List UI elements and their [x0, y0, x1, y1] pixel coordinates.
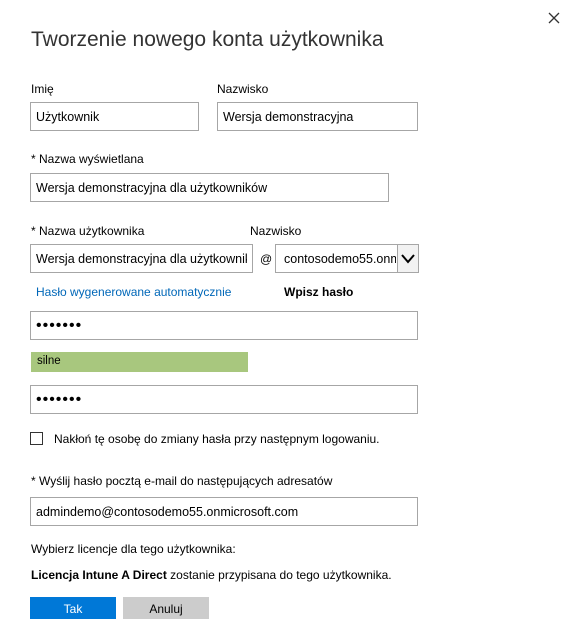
- ok-button[interactable]: Tak: [30, 597, 116, 619]
- force-change-label: Nakłoń tę osobę do zmiany hasła przy nas…: [54, 432, 380, 446]
- username-input[interactable]: [30, 244, 253, 273]
- chevron-down-icon[interactable]: [397, 245, 418, 272]
- confirm-password-input[interactable]: [30, 385, 418, 414]
- first-name-label: Imię: [31, 82, 54, 96]
- last-name-input[interactable]: [217, 102, 418, 131]
- display-name-input[interactable]: [30, 173, 389, 202]
- last-name-label: Nazwisko: [217, 82, 269, 96]
- password-strength-bar: silne: [31, 352, 248, 372]
- display-name-label: * Nazwa wyświetlana: [31, 152, 144, 166]
- force-change-checkbox[interactable]: [30, 432, 43, 445]
- close-icon[interactable]: [545, 9, 563, 27]
- license-heading: Wybierz licencje dla tego użytkownika:: [31, 542, 236, 556]
- first-name-input[interactable]: [30, 102, 199, 131]
- license-suffix: zostanie przypisana do tego użytkownika.: [166, 568, 392, 582]
- enter-password-tab[interactable]: Wpisz hasło: [284, 285, 353, 299]
- domain-label: Nazwisko: [250, 224, 302, 238]
- username-label: * Nazwa użytkownika: [31, 224, 145, 238]
- email-label: * Wyślij hasło pocztą e-mail do następuj…: [31, 474, 333, 488]
- license-info: Licencja Intune A Direct zostanie przypi…: [31, 568, 392, 582]
- cancel-button[interactable]: Anuluj: [123, 597, 209, 619]
- at-sign: @: [260, 252, 273, 266]
- domain-select-value: contosodemo55.onmicrosoft.com: [284, 252, 396, 266]
- domain-select[interactable]: contosodemo55.onmicrosoft.com: [275, 244, 419, 273]
- auto-password-link[interactable]: Hasło wygenerowane automatycznie: [36, 285, 231, 299]
- dialog-title: Tworzenie nowego konta użytkownika: [31, 28, 384, 51]
- password-input[interactable]: [30, 311, 418, 340]
- license-name: Licencja Intune A Direct: [31, 568, 167, 582]
- email-input[interactable]: [30, 497, 418, 526]
